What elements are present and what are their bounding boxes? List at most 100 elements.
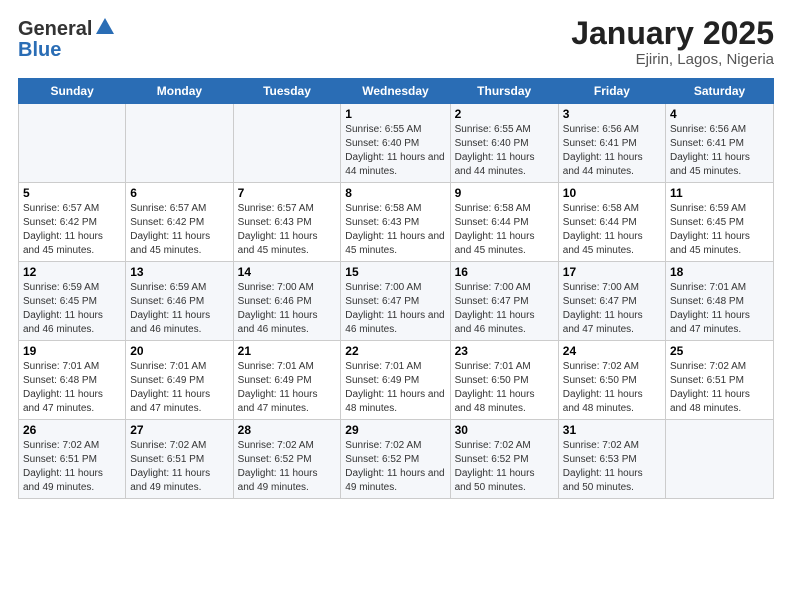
day-info: Sunrise: 6:59 AMSunset: 6:45 PMDaylight:…: [670, 202, 769, 258]
day-info: Sunrise: 7:01 AMSunset: 6:49 PMDaylight:…: [345, 360, 445, 416]
calendar-day-cell: 18 Sunrise: 7:01 AMSunset: 6:48 PMDayligh…: [665, 262, 773, 341]
calendar-day-cell: 23 Sunrise: 7:01 AMSunset: 6:50 PMDayligh…: [450, 341, 558, 420]
day-number: 5: [23, 186, 121, 200]
calendar-day-cell: [233, 104, 341, 183]
day-info: Sunrise: 7:02 AMSunset: 6:51 PMDaylight:…: [23, 439, 121, 495]
calendar-day-cell: 28 Sunrise: 7:02 AMSunset: 6:52 PMDayligh…: [233, 420, 341, 499]
day-info: Sunrise: 7:01 AMSunset: 6:48 PMDaylight:…: [23, 360, 121, 416]
day-number: 19: [23, 344, 121, 358]
calendar-day-cell: 11 Sunrise: 6:59 AMSunset: 6:45 PMDayligh…: [665, 183, 773, 262]
day-info: Sunrise: 7:02 AMSunset: 6:52 PMDaylight:…: [455, 439, 554, 495]
day-info: Sunrise: 7:02 AMSunset: 6:50 PMDaylight:…: [563, 360, 661, 416]
day-info: Sunrise: 6:57 AMSunset: 6:42 PMDaylight:…: [130, 202, 228, 258]
calendar-week-row: 19 Sunrise: 7:01 AMSunset: 6:48 PMDayligh…: [19, 341, 774, 420]
day-info: Sunrise: 7:01 AMSunset: 6:50 PMDaylight:…: [455, 360, 554, 416]
day-number: 21: [238, 344, 337, 358]
calendar-day-cell: 21Sunrise: 7:01 AMSunset: 6:49 PMDayligh…: [233, 341, 341, 420]
day-of-week-header: Monday: [126, 79, 233, 104]
day-info: Sunrise: 6:58 AMSunset: 6:43 PMDaylight:…: [345, 202, 445, 258]
calendar-day-cell: 19 Sunrise: 7:01 AMSunset: 6:48 PMDayligh…: [19, 341, 126, 420]
day-number: 23: [455, 344, 554, 358]
day-number: 7: [238, 186, 337, 200]
day-info: Sunrise: 7:00 AMSunset: 6:47 PMDaylight:…: [563, 281, 661, 337]
main-title: January 2025: [571, 16, 774, 51]
day-number: 12: [23, 265, 121, 279]
calendar-day-cell: 10 Sunrise: 6:58 AMSunset: 6:44 PMDayligh…: [558, 183, 665, 262]
calendar-day-cell: 8Sunrise: 6:58 AMSunset: 6:43 PMDaylight…: [341, 183, 450, 262]
day-number: 10: [563, 186, 661, 200]
day-of-week-header: Thursday: [450, 79, 558, 104]
day-number: 28: [238, 423, 337, 437]
day-info: Sunrise: 7:02 AMSunset: 6:53 PMDaylight:…: [563, 439, 661, 495]
calendar-day-cell: 5 Sunrise: 6:57 AMSunset: 6:42 PMDaylight…: [19, 183, 126, 262]
day-of-week-header: Wednesday: [341, 79, 450, 104]
day-info: Sunrise: 6:59 AMSunset: 6:46 PMDaylight:…: [130, 281, 228, 337]
header: General Blue January 2025 Ejirin, Lagos,…: [18, 16, 774, 68]
day-number: 20: [130, 344, 228, 358]
calendar-day-cell: 15 Sunrise: 7:00 AMSunset: 6:47 PMDayligh…: [341, 262, 450, 341]
day-info: Sunrise: 6:59 AMSunset: 6:45 PMDaylight:…: [23, 281, 121, 337]
day-number: 2: [455, 107, 554, 121]
calendar-day-cell: 3Sunrise: 6:56 AMSunset: 6:41 PMDaylight…: [558, 104, 665, 183]
day-number: 11: [670, 186, 769, 200]
day-info: Sunrise: 7:00 AMSunset: 6:46 PMDaylight:…: [238, 281, 337, 337]
day-number: 26: [23, 423, 121, 437]
calendar-day-cell: 9 Sunrise: 6:58 AMSunset: 6:44 PMDaylight…: [450, 183, 558, 262]
day-number: 9: [455, 186, 554, 200]
day-number: 18: [670, 265, 769, 279]
title-block: January 2025 Ejirin, Lagos, Nigeria: [571, 16, 774, 68]
calendar-day-cell: 31 Sunrise: 7:02 AMSunset: 6:53 PMDayligh…: [558, 420, 665, 499]
calendar-day-cell: 2 Sunrise: 6:55 AMSunset: 6:40 PMDaylight…: [450, 104, 558, 183]
calendar-day-cell: 27Sunrise: 7:02 AMSunset: 6:51 PMDayligh…: [126, 420, 233, 499]
day-info: Sunrise: 6:58 AMSunset: 6:44 PMDaylight:…: [455, 202, 554, 258]
logo-icon: [94, 16, 116, 43]
calendar-week-row: 12 Sunrise: 6:59 AMSunset: 6:45 PMDayligh…: [19, 262, 774, 341]
day-number: 4: [670, 107, 769, 121]
day-number: 24: [563, 344, 661, 358]
day-number: 6: [130, 186, 228, 200]
day-number: 14: [238, 265, 337, 279]
day-info: Sunrise: 7:00 AMSunset: 6:47 PMDaylight:…: [455, 281, 554, 337]
day-number: 3: [563, 107, 661, 121]
day-number: 1: [345, 107, 445, 121]
day-info: Sunrise: 6:57 AMSunset: 6:43 PMDaylight:…: [238, 202, 337, 258]
day-info: Sunrise: 7:01 AMSunset: 6:48 PMDaylight:…: [670, 281, 769, 337]
day-number: 29: [345, 423, 445, 437]
day-info: Sunrise: 7:00 AMSunset: 6:47 PMDaylight:…: [345, 281, 445, 337]
day-number: 30: [455, 423, 554, 437]
day-number: 16: [455, 265, 554, 279]
calendar-day-cell: [19, 104, 126, 183]
day-number: 31: [563, 423, 661, 437]
calendar-day-cell: 22 Sunrise: 7:01 AMSunset: 6:49 PMDayligh…: [341, 341, 450, 420]
day-of-week-header: Friday: [558, 79, 665, 104]
day-of-week-header: Saturday: [665, 79, 773, 104]
calendar-day-cell: 20 Sunrise: 7:01 AMSunset: 6:49 PMDayligh…: [126, 341, 233, 420]
calendar-day-cell: [126, 104, 233, 183]
calendar-week-row: 5 Sunrise: 6:57 AMSunset: 6:42 PMDaylight…: [19, 183, 774, 262]
day-info: Sunrise: 6:58 AMSunset: 6:44 PMDaylight:…: [563, 202, 661, 258]
day-info: Sunrise: 7:02 AMSunset: 6:52 PMDaylight:…: [238, 439, 337, 495]
subtitle: Ejirin, Lagos, Nigeria: [571, 51, 774, 68]
day-number: 22: [345, 344, 445, 358]
day-of-week-header: Sunday: [19, 79, 126, 104]
day-number: 17: [563, 265, 661, 279]
calendar-day-cell: 1Sunrise: 6:55 AMSunset: 6:40 PMDaylight…: [341, 104, 450, 183]
calendar-week-row: 26 Sunrise: 7:02 AMSunset: 6:51 PMDayligh…: [19, 420, 774, 499]
calendar-day-cell: 25Sunrise: 7:02 AMSunset: 6:51 PMDayligh…: [665, 341, 773, 420]
day-info: Sunrise: 6:57 AMSunset: 6:42 PMDaylight:…: [23, 202, 121, 258]
day-info: Sunrise: 7:01 AMSunset: 6:49 PMDaylight:…: [130, 360, 228, 416]
calendar-day-cell: 14 Sunrise: 7:00 AMSunset: 6:46 PMDayligh…: [233, 262, 341, 341]
day-info: Sunrise: 6:55 AMSunset: 6:40 PMDaylight:…: [455, 123, 554, 179]
calendar-day-cell: 6 Sunrise: 6:57 AMSunset: 6:42 PMDaylight…: [126, 183, 233, 262]
day-number: 25: [670, 344, 769, 358]
calendar-day-cell: 24 Sunrise: 7:02 AMSunset: 6:50 PMDayligh…: [558, 341, 665, 420]
calendar-day-cell: 12 Sunrise: 6:59 AMSunset: 6:45 PMDayligh…: [19, 262, 126, 341]
logo: General Blue: [18, 16, 118, 62]
calendar-day-cell: 30 Sunrise: 7:02 AMSunset: 6:52 PMDayligh…: [450, 420, 558, 499]
calendar-day-cell: 29Sunrise: 7:02 AMSunset: 6:52 PMDayligh…: [341, 420, 450, 499]
day-number: 27: [130, 423, 228, 437]
calendar-header-row: SundayMondayTuesdayWednesdayThursdayFrid…: [19, 79, 774, 104]
calendar-week-row: 1 Sunrise: 6:55 AMSunset: 6:40 PMDaylight…: [19, 104, 774, 183]
day-number: 15: [345, 265, 445, 279]
calendar-day-cell: [665, 420, 773, 499]
